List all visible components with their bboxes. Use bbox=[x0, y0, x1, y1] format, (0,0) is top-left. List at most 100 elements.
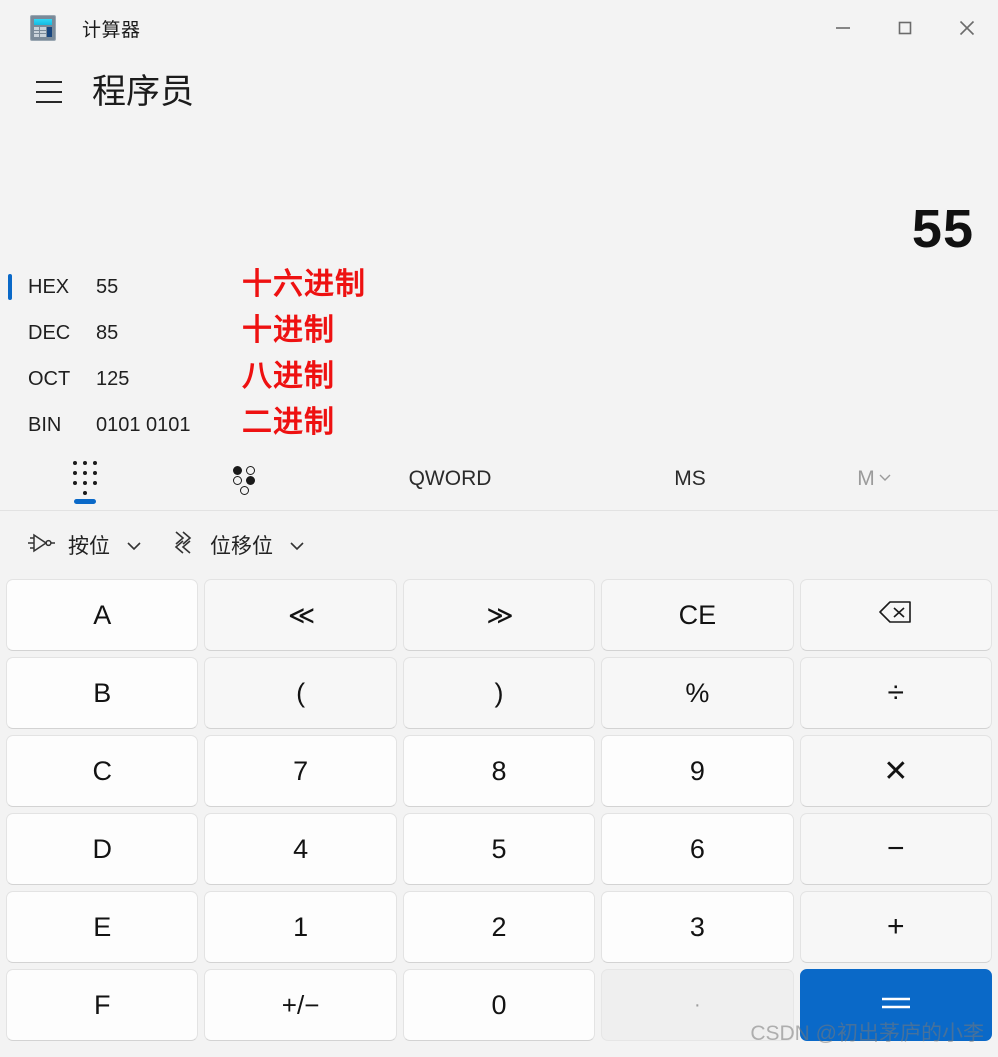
key-label: D bbox=[92, 833, 112, 864]
bit-shift-dropdown[interactable]: 位移位 bbox=[162, 521, 313, 569]
key-label: +/− bbox=[281, 989, 320, 1020]
key-label: 5 bbox=[491, 833, 507, 864]
tab-word-size[interactable]: QWORD bbox=[320, 448, 580, 510]
key-shift-right[interactable]: ≫ bbox=[402, 579, 596, 651]
radix-row-oct[interactable]: OCT 125 八进制 bbox=[0, 356, 998, 402]
radix-label: BIN bbox=[28, 413, 62, 436]
tab-memory-store[interactable]: MS bbox=[580, 448, 800, 510]
key-digit-8[interactable]: 8 bbox=[402, 735, 596, 807]
key-plus-minus[interactable]: +/− bbox=[204, 969, 397, 1041]
key-label: · bbox=[694, 993, 701, 1016]
equals-icon bbox=[876, 989, 916, 1022]
key-digit-2[interactable]: 2 bbox=[402, 891, 596, 963]
key-digit-7[interactable]: 7 bbox=[204, 735, 397, 807]
word-size-label: QWORD bbox=[408, 467, 492, 490]
mode-header: 程序员 bbox=[0, 56, 998, 128]
bit-shift-label: 位移位 bbox=[210, 535, 273, 558]
chevron-down-icon bbox=[877, 467, 893, 491]
key-add[interactable]: + bbox=[799, 891, 992, 963]
chevron-down-icon bbox=[287, 535, 307, 555]
key-label: ( bbox=[296, 677, 306, 708]
radix-label: DEC bbox=[28, 321, 71, 344]
key-label: ≪ bbox=[287, 599, 315, 630]
key-paren-close[interactable]: ) bbox=[402, 657, 596, 729]
tab-memory-menu[interactable]: M bbox=[800, 448, 950, 510]
key-divide[interactable]: ÷ bbox=[799, 657, 992, 729]
key-equals[interactable] bbox=[799, 969, 992, 1041]
backspace-icon bbox=[878, 599, 914, 632]
key-label: 1 bbox=[293, 911, 309, 942]
key-digit-9[interactable]: 9 bbox=[601, 735, 794, 807]
key-label: 7 bbox=[293, 755, 309, 786]
radix-row-hex[interactable]: HEX 55 十六进制 bbox=[0, 264, 998, 310]
key-hex-e[interactable]: E bbox=[6, 891, 199, 963]
radix-row-bin[interactable]: BIN 0101 0101 二进制 bbox=[0, 402, 998, 448]
selected-indicator bbox=[8, 274, 12, 300]
annotation-oct: 八进制 bbox=[242, 360, 335, 393]
maximize-button[interactable] bbox=[874, 0, 936, 56]
radix-value: 0101 0101 bbox=[96, 413, 191, 436]
radix-row-dec[interactable]: DEC 85 十进制 bbox=[0, 310, 998, 356]
key-label: 2 bbox=[491, 911, 507, 942]
keypad-dots-icon bbox=[72, 461, 98, 497]
annotation-dec: 十进制 bbox=[242, 314, 335, 347]
calculator-icon bbox=[30, 15, 56, 41]
key-hex-f[interactable]: F bbox=[6, 969, 199, 1041]
key-hex-a[interactable]: A bbox=[6, 579, 199, 651]
key-digit-6[interactable]: 6 bbox=[601, 813, 794, 885]
radix-list: HEX 55 十六进制 DEC 85 十进制 OCT 125 八进制 BIN 0… bbox=[0, 256, 998, 448]
key-shift-left[interactable]: ≪ bbox=[204, 579, 397, 651]
app-title: 计算器 bbox=[82, 19, 141, 41]
key-label: 4 bbox=[293, 833, 309, 864]
key-label: 9 bbox=[689, 755, 705, 786]
key-label: C bbox=[92, 755, 112, 786]
active-tab-indicator bbox=[74, 499, 96, 504]
radix-label: HEX bbox=[28, 275, 70, 298]
title-bar: 计算器 bbox=[0, 0, 998, 56]
key-label: + bbox=[887, 910, 905, 943]
key-digit-0[interactable]: 0 bbox=[402, 969, 596, 1041]
tab-bit-toggle[interactable] bbox=[170, 448, 320, 510]
key-hex-b[interactable]: B bbox=[6, 657, 199, 729]
key-label: ✕ bbox=[883, 754, 909, 788]
key-label: ) bbox=[494, 677, 504, 708]
tab-strip: QWORD MS M bbox=[0, 448, 998, 511]
key-clear-entry[interactable]: CE bbox=[601, 579, 794, 651]
key-hex-c[interactable]: C bbox=[6, 735, 199, 807]
operator-bar: 按位 位移位 bbox=[0, 511, 998, 579]
key-label: E bbox=[93, 911, 112, 942]
key-digit-1[interactable]: 1 bbox=[204, 891, 397, 963]
key-backspace[interactable] bbox=[799, 579, 992, 651]
key-label: ≫ bbox=[486, 599, 513, 630]
key-label: % bbox=[685, 677, 710, 708]
key-digit-5[interactable]: 5 bbox=[402, 813, 596, 885]
memory-store-label: MS bbox=[674, 467, 706, 490]
radix-value: 85 bbox=[96, 321, 119, 344]
annotation-bin: 二进制 bbox=[242, 406, 335, 439]
key-modulo[interactable]: % bbox=[601, 657, 794, 729]
key-label: A bbox=[93, 599, 112, 630]
window-controls bbox=[812, 0, 998, 56]
annotation-hex: 十六进制 bbox=[242, 268, 366, 301]
key-paren-open[interactable]: ( bbox=[204, 657, 397, 729]
key-subtract[interactable]: − bbox=[799, 813, 992, 885]
key-label: F bbox=[93, 989, 111, 1020]
display-value: 55 bbox=[911, 199, 974, 259]
page-title: 程序员 bbox=[92, 73, 194, 111]
radix-label: OCT bbox=[28, 367, 71, 390]
key-hex-d[interactable]: D bbox=[6, 813, 199, 885]
minimize-button[interactable] bbox=[812, 0, 874, 56]
key-label: 6 bbox=[689, 833, 705, 864]
key-multiply[interactable]: ✕ bbox=[799, 735, 992, 807]
key-digit-3[interactable]: 3 bbox=[601, 891, 794, 963]
key-label: 3 bbox=[689, 911, 705, 942]
calculator-display: 55 bbox=[0, 128, 998, 256]
tab-keypad[interactable] bbox=[0, 448, 170, 510]
keypad: A ≪ ≫ CE B ( ) % ÷ C 7 8 9 ✕ D 4 5 6 − E… bbox=[0, 579, 998, 1047]
key-decimal-point: · bbox=[601, 969, 794, 1041]
key-digit-4[interactable]: 4 bbox=[204, 813, 397, 885]
close-button[interactable] bbox=[936, 0, 998, 56]
hamburger-menu-icon[interactable] bbox=[28, 71, 70, 113]
bit-toggle-icon bbox=[232, 464, 258, 495]
bitwise-dropdown[interactable]: 按位 bbox=[20, 521, 150, 569]
